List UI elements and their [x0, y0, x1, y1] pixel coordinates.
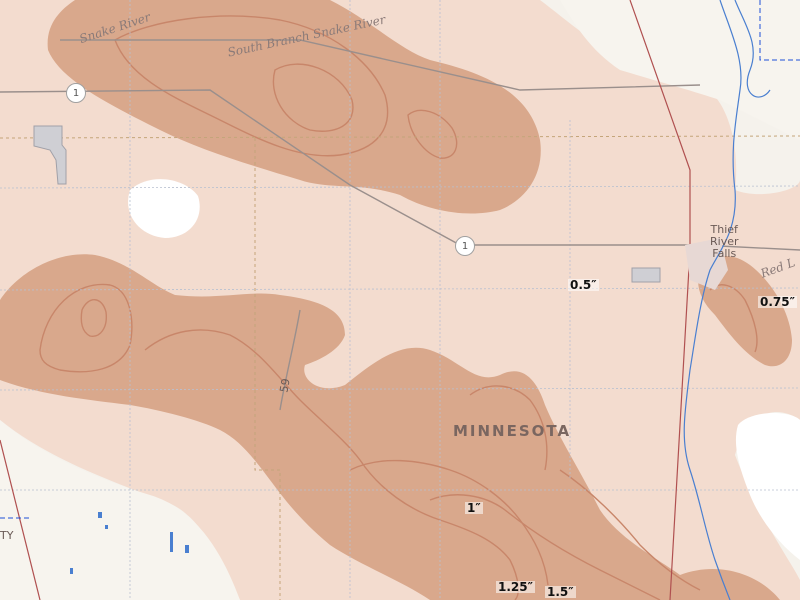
county-label-fragment: TY — [0, 529, 14, 542]
contour-label-1-25: 1.25″ — [496, 580, 535, 594]
contour-label-0-75: 0.75″ — [758, 295, 797, 309]
road-shield-1-east: 1 — [455, 236, 475, 256]
contour-label-1: 1″ — [465, 501, 483, 515]
city-label-thief-river-falls[interactable]: Thief River Falls — [710, 224, 739, 260]
contour-label-0-5: 0.5″ — [568, 278, 599, 292]
map-canvas — [0, 0, 800, 600]
state-label: MINNESOTA — [453, 422, 572, 440]
contour-label-1-5: 1.5″ — [545, 585, 576, 599]
road-shield-1-west: 1 — [66, 83, 86, 103]
precipitation-map[interactable]: 1 1 59 Snake River South Branch Snake Ri… — [0, 0, 800, 600]
town-parcel — [631, 267, 661, 283]
road-label-59: 59 — [277, 377, 293, 394]
